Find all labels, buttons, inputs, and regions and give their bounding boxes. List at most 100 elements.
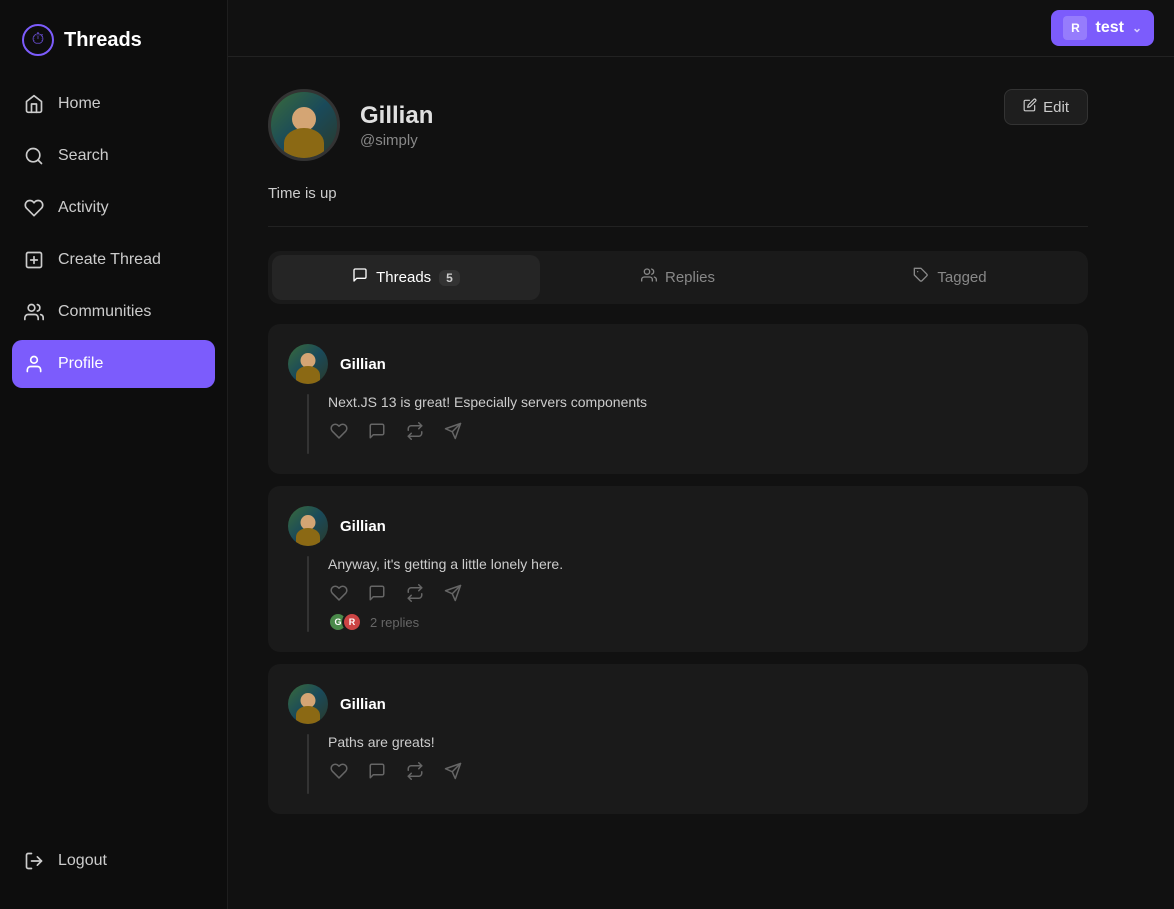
share-button[interactable] bbox=[442, 420, 464, 442]
activity-label: Activity bbox=[58, 199, 109, 217]
thread-line bbox=[307, 556, 309, 632]
repost-button[interactable] bbox=[404, 420, 426, 442]
tab-replies[interactable]: Replies bbox=[544, 255, 812, 300]
thread-line-col bbox=[288, 734, 328, 794]
avatar bbox=[268, 89, 340, 161]
profile-icon bbox=[24, 354, 44, 374]
thread-line bbox=[307, 394, 309, 454]
thread-header: Gillian bbox=[288, 506, 1068, 546]
communities-icon bbox=[24, 302, 44, 322]
thread-author-avatar bbox=[288, 506, 328, 546]
thread-text: Next.JS 13 is great! Especially servers … bbox=[328, 394, 1068, 410]
thread-header: Gillian bbox=[288, 684, 1068, 724]
threads-tab-label: Threads bbox=[376, 269, 431, 286]
create-thread-label: Create Thread bbox=[58, 251, 161, 269]
thread-card: Gillian Next.JS 13 is great! Especially … bbox=[268, 324, 1088, 474]
thread-actions bbox=[328, 420, 1068, 442]
sidebar-item-search[interactable]: Search bbox=[12, 132, 215, 180]
home-icon bbox=[24, 94, 44, 114]
replies-tab-label: Replies bbox=[665, 269, 715, 286]
sidebar: ⏱ Threads Home Search Activity Create bbox=[0, 0, 228, 909]
avatar-image bbox=[271, 92, 337, 158]
app-logo-icon: ⏱ bbox=[22, 24, 54, 56]
search-label: Search bbox=[58, 147, 109, 165]
thread-body: Paths are greats! bbox=[288, 734, 1068, 794]
thread-content: Next.JS 13 is great! Especially servers … bbox=[328, 394, 1068, 454]
communities-label: Communities bbox=[58, 303, 151, 321]
home-label: Home bbox=[58, 95, 101, 113]
thread-card: Gillian Paths are greats! bbox=[268, 664, 1088, 814]
app-title: Threads bbox=[64, 29, 142, 52]
thread-content: Paths are greats! bbox=[328, 734, 1068, 794]
share-button[interactable] bbox=[442, 760, 464, 782]
thread-author-name: Gillian bbox=[340, 356, 386, 373]
sidebar-item-communities[interactable]: Communities bbox=[12, 288, 215, 336]
logout-label: Logout bbox=[58, 852, 107, 870]
profile-header: Gillian @simply Edit bbox=[268, 89, 1088, 161]
comment-button[interactable] bbox=[366, 760, 388, 782]
comment-button[interactable] bbox=[366, 420, 388, 442]
sidebar-item-home[interactable]: Home bbox=[12, 80, 215, 128]
workspace-icon: R bbox=[1063, 16, 1087, 40]
edit-profile-button[interactable]: Edit bbox=[1004, 89, 1088, 125]
topbar: R test ⌄ bbox=[228, 0, 1174, 57]
like-button[interactable] bbox=[328, 420, 350, 442]
like-button[interactable] bbox=[328, 760, 350, 782]
thread-line-col bbox=[288, 556, 328, 632]
thread-actions bbox=[328, 760, 1068, 782]
workspace-selector[interactable]: R test ⌄ bbox=[1051, 10, 1154, 46]
profile-text: Gillian @simply bbox=[360, 102, 433, 149]
reply-avatar: R bbox=[342, 612, 362, 632]
thread-author-avatar bbox=[288, 684, 328, 724]
chevron-down-icon: ⌄ bbox=[1132, 21, 1142, 35]
sidebar-footer: Logout bbox=[12, 829, 215, 893]
replies-tab-icon bbox=[641, 267, 657, 288]
profile-label: Profile bbox=[58, 355, 103, 373]
thread-author-avatar bbox=[288, 344, 328, 384]
thread-author-name: Gillian bbox=[340, 696, 386, 713]
tab-threads[interactable]: Threads 5 bbox=[272, 255, 540, 300]
sidebar-item-profile[interactable]: Profile bbox=[12, 340, 215, 388]
profile-handle: @simply bbox=[360, 132, 433, 149]
thread-text: Paths are greats! bbox=[328, 734, 1068, 750]
thread-line-col bbox=[288, 394, 328, 454]
replies-row: G R 2 replies bbox=[328, 612, 1068, 632]
tagged-tab-icon bbox=[913, 267, 929, 288]
thread-content: Anyway, it's getting a little lonely her… bbox=[328, 556, 1068, 632]
profile-bio: Time is up bbox=[268, 185, 1088, 227]
comment-button[interactable] bbox=[366, 582, 388, 604]
profile-tabs: Threads 5 Replies Tagged bbox=[268, 251, 1088, 304]
profile-info: Gillian @simply bbox=[268, 89, 433, 161]
share-button[interactable] bbox=[442, 582, 464, 604]
repost-button[interactable] bbox=[404, 760, 426, 782]
thread-text: Anyway, it's getting a little lonely her… bbox=[328, 556, 1068, 572]
thread-header: Gillian bbox=[288, 344, 1068, 384]
create-thread-icon bbox=[24, 250, 44, 270]
thread-body: Anyway, it's getting a little lonely her… bbox=[288, 556, 1068, 632]
thread-body: Next.JS 13 is great! Especially servers … bbox=[288, 394, 1068, 454]
thread-author-name: Gillian bbox=[340, 518, 386, 535]
activity-icon bbox=[24, 198, 44, 218]
sidebar-item-logout[interactable]: Logout bbox=[12, 837, 215, 885]
edit-label: Edit bbox=[1043, 99, 1069, 116]
sidebar-item-create-thread[interactable]: Create Thread bbox=[12, 236, 215, 284]
repost-button[interactable] bbox=[404, 582, 426, 604]
thread-line bbox=[307, 734, 309, 794]
thread-actions bbox=[328, 582, 1068, 604]
threads-tab-icon bbox=[352, 267, 368, 288]
thread-card: Gillian Anyway, it's getting a little lo… bbox=[268, 486, 1088, 652]
like-button[interactable] bbox=[328, 582, 350, 604]
sidebar-item-activity[interactable]: Activity bbox=[12, 184, 215, 232]
tagged-tab-label: Tagged bbox=[937, 269, 986, 286]
replies-count: 2 replies bbox=[370, 615, 419, 630]
main-content: R test ⌄ Gillian @simply Edit bbox=[228, 0, 1174, 909]
app-header: ⏱ Threads bbox=[12, 16, 215, 80]
edit-icon bbox=[1023, 98, 1037, 116]
profile-name: Gillian bbox=[360, 102, 433, 130]
tab-tagged[interactable]: Tagged bbox=[816, 255, 1084, 300]
profile-container: Gillian @simply Edit Time is up Threads … bbox=[228, 57, 1128, 858]
threads-tab-badge: 5 bbox=[439, 270, 460, 286]
nav-menu: Home Search Activity Create Thread Commu… bbox=[12, 80, 215, 829]
search-icon bbox=[24, 146, 44, 166]
reply-avatars: G R bbox=[328, 612, 362, 632]
